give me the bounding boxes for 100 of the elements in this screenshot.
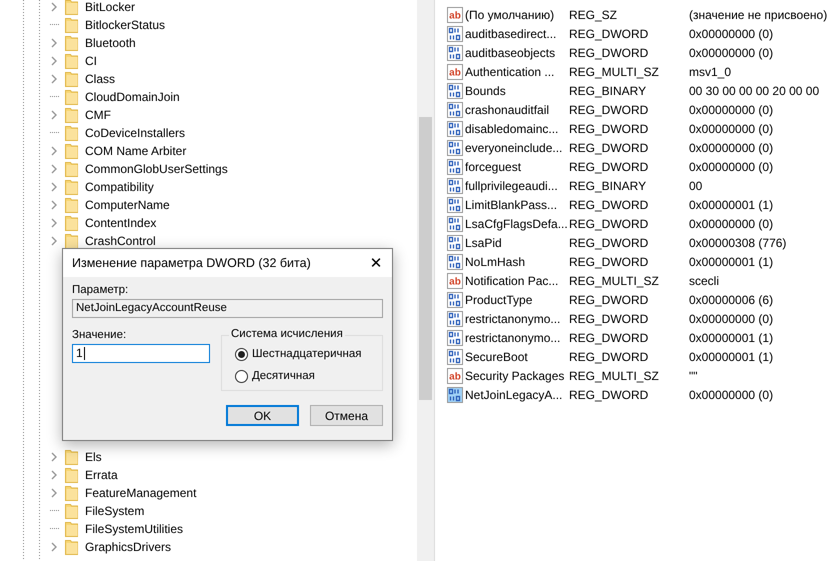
field-label: Значение:: [72, 329, 128, 341]
chevron-icon[interactable]: [50, 74, 58, 84]
chevron-icon[interactable]: [50, 110, 58, 120]
chevron-icon[interactable]: [50, 470, 58, 480]
chevron-icon[interactable]: [50, 182, 58, 192]
tree-item[interactable]: CrashControl: [85, 234, 156, 248]
value-name[interactable]: NetJoinLegacyA...: [465, 388, 569, 402]
chevron-icon[interactable]: [50, 56, 58, 66]
chevron-icon[interactable]: [50, 236, 58, 246]
value-name[interactable]: Authentication ...: [465, 64, 569, 78]
field-label: Параметр:: [72, 284, 130, 296]
tree-item[interactable]: ComputerName: [85, 198, 170, 212]
value-data: 0x00000308 (776): [689, 236, 786, 250]
value-name[interactable]: SecureBoot: [465, 350, 569, 364]
tree-item[interactable]: ContentIndex: [85, 216, 156, 230]
chevron-icon[interactable]: [50, 488, 58, 498]
scrollbar[interactable]: [417, 0, 434, 561]
tree-item[interactable]: COM Name Arbiter: [85, 144, 186, 158]
radio-button[interactable]: [235, 370, 248, 382]
value-name[interactable]: crashonauditfail: [465, 102, 569, 116]
tree-item[interactable]: Bluetooth: [85, 36, 136, 50]
value-data: 0x00000000 (0): [689, 140, 774, 154]
folder-icon: [65, 89, 78, 105]
chevron-icon[interactable]: [50, 200, 58, 210]
value-type: REG_SZ: [569, 8, 618, 22]
folder-icon: [65, 17, 78, 33]
tree-item[interactable]: Compatibility: [85, 180, 154, 194]
folder-icon: [65, 449, 78, 465]
value-name[interactable]: Security Packages: [465, 368, 569, 382]
folder-icon: [65, 233, 78, 249]
value-name[interactable]: LimitBlankPass...: [465, 198, 569, 212]
close-button[interactable]: ✕: [360, 248, 392, 278]
value-data: msv1_0: [689, 64, 732, 78]
string-value-icon: ab: [447, 368, 463, 384]
value-name[interactable]: restrictanonymo...: [465, 330, 569, 344]
value-name[interactable]: LsaCfgFlagsDefa...: [465, 216, 569, 230]
tree-item[interactable]: CoDeviceInstallers: [85, 126, 186, 140]
folder-icon: [65, 125, 78, 141]
value-name[interactable]: everyoneinclude...: [465, 140, 569, 154]
tree-item[interactable]: BitLocker: [85, 0, 136, 14]
folder-icon: [65, 107, 78, 123]
value-type: REG_DWORD: [569, 46, 650, 60]
value-data: 0x00000006 (6): [689, 292, 774, 306]
chevron-icon[interactable]: [50, 542, 58, 552]
scroll-thumb[interactable]: [419, 117, 432, 400]
folder-icon: [65, 215, 78, 231]
value-name[interactable]: Bounds: [465, 84, 569, 98]
tree-item[interactable]: CI: [85, 54, 97, 68]
ok-button[interactable]: OK: [226, 405, 299, 426]
folder-icon: [65, 53, 78, 69]
parameter-name-field[interactable]: NetJoinLegacyAccountReuse: [72, 299, 383, 318]
string-value-icon: ab: [447, 272, 463, 288]
tree-item[interactable]: FeatureManagement: [85, 486, 196, 500]
tree-item[interactable]: GraphicsDrivers: [85, 540, 172, 554]
tree-item[interactable]: Class: [85, 72, 116, 86]
value-type: REG_DWORD: [569, 216, 650, 230]
value-name[interactable]: auditbasedirect...: [465, 26, 569, 40]
value-type: REG_DWORD: [569, 254, 650, 268]
value-type: REG_DWORD: [569, 350, 650, 364]
tree-item[interactable]: FileSystem: [85, 504, 144, 518]
folder-icon: [65, 179, 78, 195]
chevron-icon[interactable]: [50, 2, 58, 12]
value-data: 0x00000000 (0): [689, 388, 774, 402]
value-type: REG_DWORD: [569, 160, 650, 174]
value-name[interactable]: restrictanonymo...: [465, 312, 569, 326]
radio-label[interactable]: Шестнадцатеричная: [252, 348, 362, 360]
radio-label[interactable]: Десятичная: [252, 370, 315, 382]
folder-icon: [65, 143, 78, 159]
chevron-icon[interactable]: [50, 218, 58, 228]
chevron-icon[interactable]: [50, 452, 58, 462]
value-data: 0x00000000 (0): [689, 26, 774, 40]
tree-item[interactable]: CloudDomainJoin: [85, 90, 180, 104]
tree-item[interactable]: CommonGlobUserSettings: [85, 162, 228, 176]
value-name[interactable]: disabledomainc...: [465, 122, 569, 136]
value-name[interactable]: (По умолчанию): [465, 8, 569, 22]
folder-icon: [65, 503, 78, 519]
value-name[interactable]: ProductType: [465, 292, 569, 306]
tree-item[interactable]: BitlockerStatus: [85, 18, 166, 32]
value-name[interactable]: NoLmHash: [465, 254, 569, 268]
cancel-button[interactable]: Отмена: [310, 405, 383, 426]
value-name[interactable]: Notification Pac...: [465, 274, 569, 288]
value-input[interactable]: 1: [72, 344, 210, 363]
radio-button[interactable]: [235, 348, 248, 360]
value-type: REG_DWORD: [569, 292, 650, 306]
tree-item[interactable]: Errata: [85, 468, 118, 482]
dialog-title: Изменение параметра DWORD (32 бита): [72, 256, 311, 270]
tree-item[interactable]: CMF: [85, 108, 111, 122]
tree-item[interactable]: FileSystemUtilities: [85, 522, 184, 536]
value-name[interactable]: fullprivilegeaudi...: [465, 178, 569, 192]
value-name[interactable]: LsaPid: [465, 236, 569, 250]
chevron-icon[interactable]: [50, 164, 58, 174]
value-name[interactable]: auditbaseobjects: [465, 46, 569, 60]
chevron-icon[interactable]: [50, 38, 58, 48]
folder-icon: [65, 197, 78, 213]
value-name[interactable]: forceguest: [465, 160, 569, 174]
chevron-icon[interactable]: [50, 146, 58, 156]
value-type: REG_DWORD: [569, 140, 650, 154]
tree-item[interactable]: Els: [85, 450, 102, 464]
value-data: 00: [689, 178, 702, 192]
group-label: Система исчисления: [229, 328, 345, 340]
